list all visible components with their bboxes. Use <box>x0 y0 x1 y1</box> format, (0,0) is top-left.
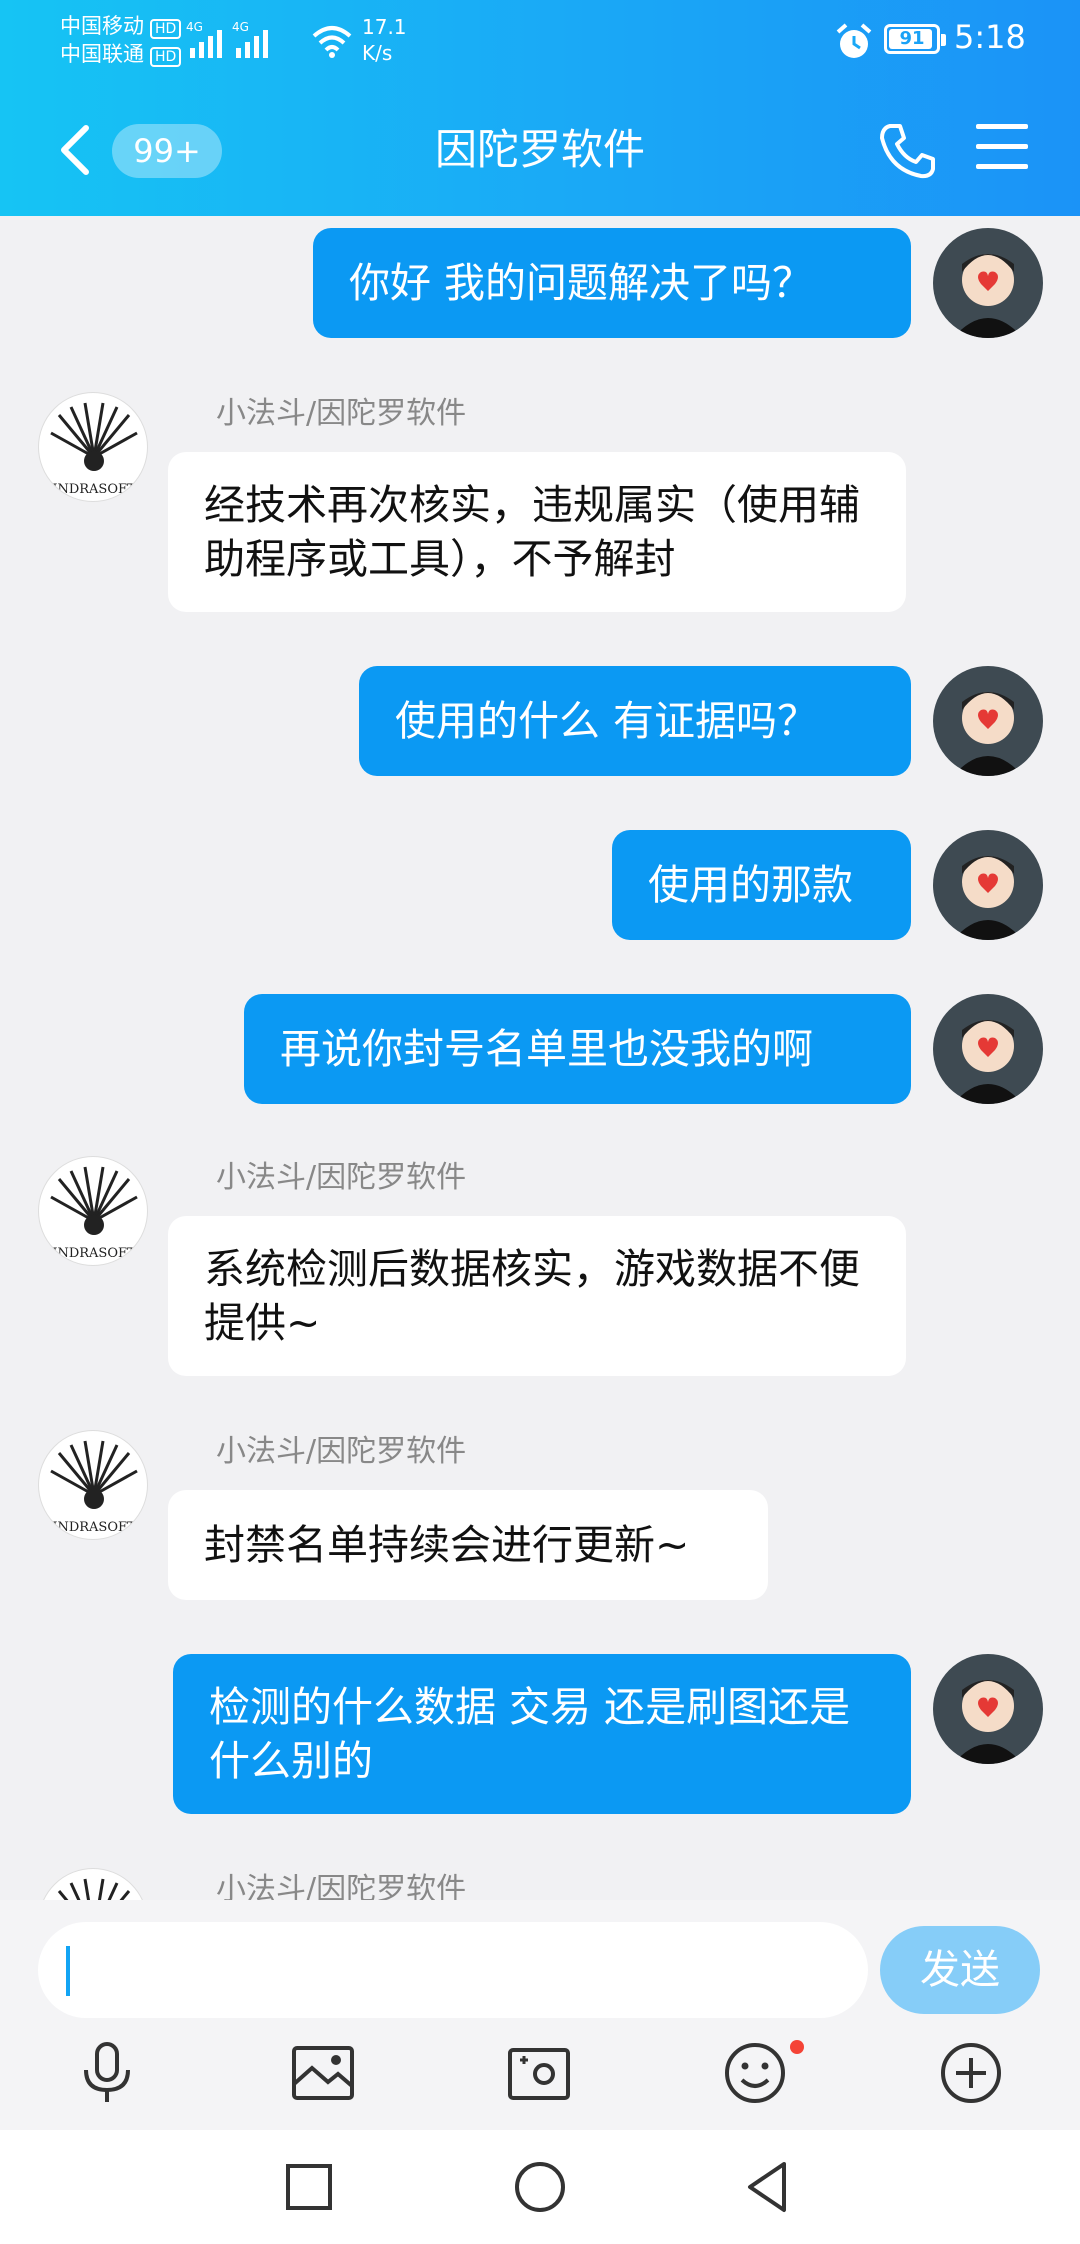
signal-indicators: 4G 4G <box>186 18 268 58</box>
contact-avatar[interactable] <box>38 1868 148 1900</box>
hd-badge-1: HD <box>150 19 182 39</box>
sender-name: 小法斗/因陀罗软件 <box>216 1160 467 1195</box>
wifi-icon <box>312 26 352 58</box>
contact-avatar[interactable]: INDRASOFT <box>38 1156 148 1266</box>
chat-title: 因陀罗软件 <box>434 125 645 174</box>
unread-count-badge[interactable]: 99+ <box>112 124 222 178</box>
network-speed: 17.1 K/s <box>362 14 407 66</box>
hd-badge-2: HD <box>150 47 182 67</box>
incoming-message-bubble[interactable]: 系统检测后数据核实，游戏数据不便提供~ <box>168 1216 906 1376</box>
phone-icon[interactable] <box>876 120 938 182</box>
network-type-2: 4G <box>232 20 249 34</box>
my-avatar[interactable] <box>933 666 1043 776</box>
back-arrow-icon[interactable] <box>56 122 96 178</box>
top-bar: 中国移动 HD 中国联通 HD 4G 4G 17.1 K/s 91 5:18 9… <box>0 0 1080 216</box>
text-cursor <box>66 1946 70 1996</box>
incoming-message-bubble[interactable]: 封禁名单持续会进行更新~ <box>168 1490 768 1600</box>
system-nav-bar <box>0 2130 1080 2244</box>
emoji-icon[interactable] <box>720 2038 790 2108</box>
menu-icon[interactable] <box>976 124 1028 174</box>
outgoing-message-bubble[interactable]: 使用的什么 有证据吗？ <box>359 666 911 776</box>
carrier-1: 中国移动 <box>60 14 144 38</box>
microphone-icon[interactable] <box>72 2038 142 2108</box>
plus-icon[interactable] <box>936 2038 1006 2108</box>
incoming-message-bubble[interactable]: 经技术再次核实，违规属实（使用辅助程序或工具），不予解封 <box>168 452 906 612</box>
network-type-1: 4G <box>186 20 203 34</box>
image-icon[interactable] <box>288 2038 358 2108</box>
carrier-info: 中国移动 HD 中国联通 HD <box>60 12 182 68</box>
contact-avatar[interactable]: INDRASOFT <box>38 1430 148 1540</box>
message-input[interactable] <box>38 1922 868 2018</box>
contact-avatar[interactable]: INDRASOFT <box>38 392 148 502</box>
signal-bars-icon: 4G <box>232 20 268 58</box>
my-avatar[interactable] <box>933 1654 1043 1764</box>
my-avatar[interactable] <box>933 994 1043 1104</box>
status-bar: 中国移动 HD 中国联通 HD 4G 4G 17.1 K/s 91 5:18 <box>0 0 1080 90</box>
notification-dot <box>790 2040 804 2054</box>
outgoing-message-bubble[interactable]: 你好 我的问题解决了吗？ <box>313 228 911 338</box>
my-avatar[interactable] <box>933 830 1043 940</box>
recent-apps-icon[interactable] <box>276 2154 342 2220</box>
speed-unit: K/s <box>362 41 393 65</box>
outgoing-message-bubble[interactable]: 再说你封号名单里也没我的啊 <box>244 994 911 1104</box>
clock: 5:18 <box>954 18 1026 56</box>
input-bar: 发送 <box>0 1900 1080 2130</box>
home-icon[interactable] <box>507 2154 573 2220</box>
carrier-2: 中国联通 <box>60 42 144 66</box>
contact-avatar-text: INDRASOFT <box>52 482 136 497</box>
message-list[interactable]: 你好 我的问题解决了吗？ INDRASOFT 小法斗/因陀罗软件 经技术再次核实… <box>0 216 1080 1900</box>
signal-bars-icon: 4G <box>186 20 222 58</box>
sender-name: 小法斗/因陀罗软件 <box>216 1434 467 1469</box>
sender-name: 小法斗/因陀罗软件 <box>216 1872 467 1900</box>
battery-indicator: 91 <box>884 24 946 54</box>
my-avatar[interactable] <box>933 228 1043 338</box>
outgoing-message-bubble[interactable]: 使用的那款 <box>612 830 911 940</box>
chat-header: 99+ 因陀罗软件 <box>0 90 1080 216</box>
sender-name: 小法斗/因陀罗软件 <box>216 396 467 431</box>
battery-level: 91 <box>899 28 925 49</box>
send-button[interactable]: 发送 <box>880 1926 1040 2014</box>
alarm-icon <box>836 23 872 58</box>
back-nav-icon[interactable] <box>736 2154 802 2220</box>
speed-value: 17.1 <box>362 15 407 39</box>
camera-icon[interactable] <box>504 2038 574 2108</box>
outgoing-message-bubble[interactable]: 检测的什么数据 交易 还是刷图还是什么别的 <box>173 1654 911 1814</box>
contact-avatar-text: INDRASOFT <box>52 1520 136 1535</box>
contact-avatar-text: INDRASOFT <box>52 1246 136 1261</box>
